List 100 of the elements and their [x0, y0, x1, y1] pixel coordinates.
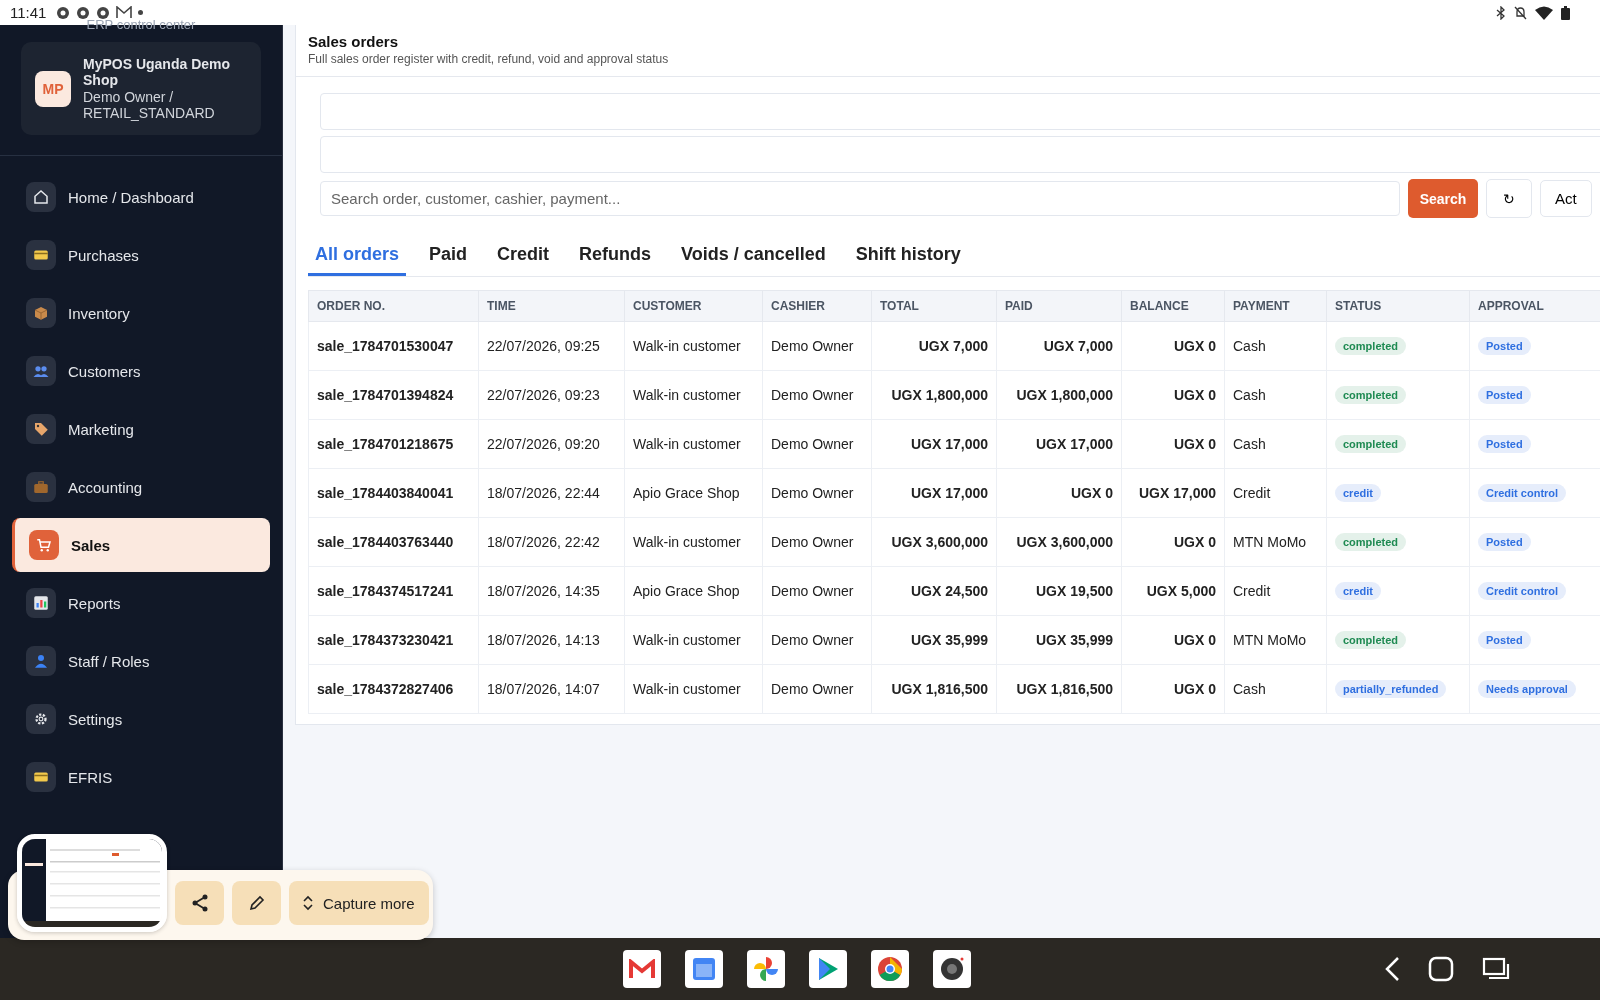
- table-cell: Cash: [1224, 664, 1327, 714]
- table-cell: UGX 0: [1121, 321, 1225, 371]
- table-cell: UGX 3,600,000: [996, 517, 1122, 567]
- status-badge: completed: [1335, 631, 1406, 649]
- table-cell: UGX 35,999: [871, 615, 997, 665]
- clock: 11:41: [10, 4, 47, 21]
- sidebar-item[interactable]: Settings: [12, 692, 270, 746]
- sidebar-item[interactable]: Inventory: [12, 286, 270, 340]
- tab[interactable]: Shift history: [848, 238, 968, 276]
- column-header: ORDER NO.: [308, 290, 479, 322]
- refresh-button[interactable]: ↻: [1486, 179, 1532, 218]
- table-cell: 18/07/2026, 14:07: [478, 664, 625, 714]
- table-cell: sale_1784403763440: [308, 517, 479, 567]
- approval-badge: Needs approval: [1478, 680, 1576, 698]
- sidebar-item[interactable]: Purchases: [12, 228, 270, 282]
- table-cell: MTN MoMo: [1224, 615, 1327, 665]
- table-cell: Demo Owner: [762, 566, 872, 616]
- browser-app-icon[interactable]: [871, 950, 909, 988]
- filter-field[interactable]: [320, 136, 1600, 173]
- edit-button[interactable]: [232, 881, 281, 925]
- share-button[interactable]: [175, 881, 224, 925]
- table-cell: UGX 0: [1121, 664, 1225, 714]
- menu-item-icon: [26, 588, 56, 618]
- sidebar-item[interactable]: Marketing: [12, 402, 270, 456]
- status-badge: completed: [1335, 533, 1406, 551]
- sidebar-item[interactable]: EFRIS: [12, 750, 270, 804]
- pinwheel-app-icon[interactable]: [747, 950, 785, 988]
- menu-item-icon: [26, 356, 56, 386]
- column-header: TOTAL: [871, 290, 997, 322]
- table-cell: UGX 0: [996, 468, 1122, 518]
- calendar-app-icon[interactable]: [685, 950, 723, 988]
- table-cell: Walk-in customer: [624, 615, 763, 665]
- table-cell: Apio Grace Shop: [624, 468, 763, 518]
- filter-field[interactable]: [320, 93, 1600, 130]
- table-cell: sale_1784373230421: [308, 615, 479, 665]
- table-cell: MTN MoMo: [1224, 517, 1327, 567]
- table-cell: Demo Owner: [762, 370, 872, 420]
- sidebar-item[interactable]: Accounting: [12, 460, 270, 514]
- muted-bell-icon: [1514, 5, 1527, 20]
- chrome-icon: [96, 5, 111, 20]
- search-button[interactable]: Search: [1408, 179, 1478, 218]
- table-cell: Demo Owner: [762, 517, 872, 567]
- table-cell: 18/07/2026, 22:44: [478, 468, 625, 518]
- tab[interactable]: All orders: [308, 238, 407, 276]
- approval-badge: Posted: [1478, 435, 1531, 453]
- sidebar-item[interactable]: Home / Dashboard: [12, 170, 270, 224]
- share-icon: [190, 894, 209, 912]
- chrome-icon: [56, 5, 71, 20]
- bluetooth-icon: [1496, 5, 1506, 20]
- back-icon[interactable]: [1384, 956, 1400, 982]
- tab[interactable]: Refunds: [572, 238, 659, 276]
- home-icon[interactable]: [1428, 956, 1454, 982]
- column-header: PAYMENT: [1224, 290, 1327, 322]
- status-badge: partially_refunded: [1335, 680, 1447, 698]
- table-cell: UGX 1,816,500: [996, 664, 1122, 714]
- search-field[interactable]: Search order, customer, cashier, payment...: [320, 181, 1400, 216]
- table-cell: UGX 35,999: [996, 615, 1122, 665]
- table-cell: Walk-in customer: [624, 321, 763, 371]
- mail-icon: [116, 6, 133, 19]
- table-cell: Walk-in customer: [624, 419, 763, 469]
- tab[interactable]: Voids / cancelled: [674, 238, 833, 276]
- camera-app-icon[interactable]: [933, 950, 971, 988]
- actions-button[interactable]: Act: [1540, 180, 1592, 217]
- shop-avatar: MP: [35, 70, 71, 107]
- recents-icon[interactable]: [1482, 957, 1510, 981]
- table-cell: sale_1784701530047: [308, 321, 479, 371]
- status-badge: completed: [1335, 435, 1406, 453]
- column-header: APPROVAL: [1469, 290, 1600, 322]
- menu-item-icon: [26, 240, 56, 270]
- sidebar-item[interactable]: Reports: [12, 576, 270, 630]
- page-title: Sales orders: [308, 33, 400, 50]
- capture-more-button[interactable]: Capture more: [289, 881, 429, 925]
- table-cell: 18/07/2026, 14:35: [478, 566, 625, 616]
- table-cell: sale_1784403840041: [308, 468, 479, 518]
- column-header: BALANCE: [1121, 290, 1225, 322]
- table-cell: UGX 1,800,000: [996, 370, 1122, 420]
- table-cell: Cash: [1224, 321, 1327, 371]
- table-cell: UGX 7,000: [996, 321, 1122, 371]
- table-cell: Walk-in customer: [624, 517, 763, 567]
- table-cell: UGX 1,816,500: [871, 664, 997, 714]
- menu-item-icon: [26, 762, 56, 792]
- sidebar-item[interactable]: Staff / Roles: [12, 634, 270, 688]
- menu-item-icon: [26, 472, 56, 502]
- shop-user: Demo Owner / RETAIL_STANDARD: [83, 89, 216, 121]
- approval-badge: Credit control: [1478, 582, 1567, 600]
- table-cell: sale_1784701218675: [308, 419, 479, 469]
- tab[interactable]: Credit: [490, 238, 557, 276]
- table-cell: UGX 17,000: [871, 419, 997, 469]
- column-header: PAID: [996, 290, 1122, 322]
- table-cell: Demo Owner: [762, 321, 872, 371]
- expand-icon: [303, 895, 313, 911]
- tab[interactable]: Paid: [422, 238, 475, 276]
- table-cell: Apio Grace Shop: [624, 566, 763, 616]
- table-cell: UGX 0: [1121, 517, 1225, 567]
- table-cell: Credit: [1224, 566, 1327, 616]
- sidebar-item[interactable]: Customers: [12, 344, 270, 398]
- table-cell: UGX 0: [1121, 615, 1225, 665]
- mail-app-icon[interactable]: [623, 950, 661, 988]
- approval-badge: Credit control: [1478, 484, 1567, 502]
- sidebar-item[interactable]: Sales: [12, 518, 270, 572]
